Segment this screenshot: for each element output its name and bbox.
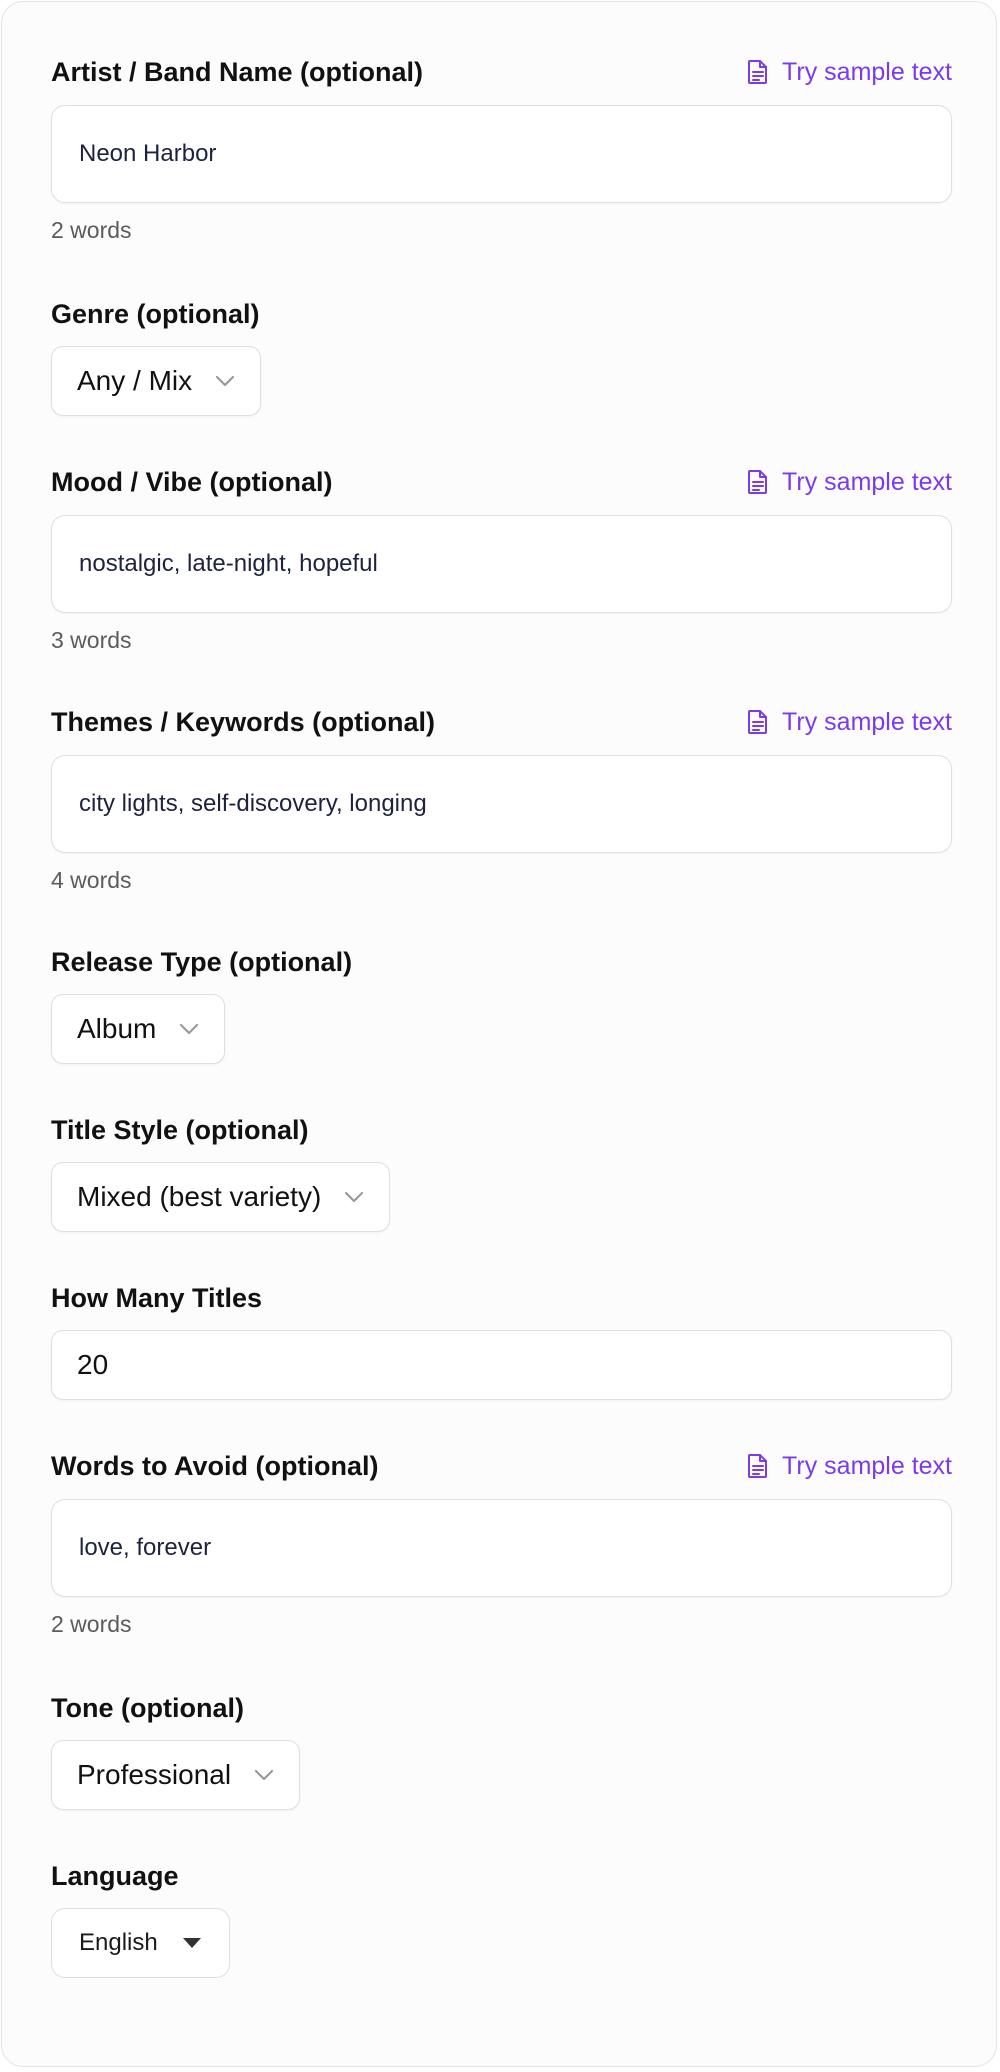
document-icon bbox=[748, 1454, 768, 1478]
mood-field: Mood / Vibe (optional) Try sample text n… bbox=[51, 462, 952, 654]
language-label: Language bbox=[51, 1860, 179, 1891]
document-icon bbox=[748, 710, 768, 734]
artist-field: Artist / Band Name (optional) Try sample… bbox=[51, 52, 952, 244]
title-style-selected: Mixed (best variety) bbox=[77, 1181, 322, 1212]
chevron-down-icon bbox=[216, 375, 235, 387]
avoid-label-row: Words to Avoid (optional) Try sample tex… bbox=[51, 1446, 952, 1486]
themes-sample-button[interactable]: Try sample text bbox=[746, 708, 952, 737]
document-icon bbox=[748, 60, 768, 84]
mood-label: Mood / Vibe (optional) bbox=[51, 466, 333, 497]
caret-down-icon bbox=[182, 1938, 201, 1948]
themes-label: Themes / Keywords (optional) bbox=[51, 706, 436, 737]
themes-word-count: 4 words bbox=[51, 867, 132, 893]
avoid-field: Words to Avoid (optional) Try sample tex… bbox=[51, 1446, 952, 1638]
avoid-input[interactable]: love, forever bbox=[51, 1499, 952, 1597]
artist-sample-label: Try sample text bbox=[782, 57, 952, 86]
tone-select[interactable]: Professional bbox=[51, 1740, 301, 1810]
release-type-field: Release Type (optional) Album bbox=[51, 942, 952, 1064]
mood-sample-button[interactable]: Try sample text bbox=[746, 468, 952, 497]
how-many-label-row: How Many Titles bbox=[51, 1278, 952, 1318]
title-style-field: Title Style (optional) Mixed (best varie… bbox=[51, 1110, 952, 1232]
genre-selected: Any / Mix bbox=[77, 365, 193, 396]
genre-label-row: Genre (optional) bbox=[51, 294, 952, 334]
chevron-down-icon bbox=[254, 1769, 274, 1781]
language-select[interactable]: English bbox=[51, 1908, 230, 1978]
chevron-down-icon bbox=[180, 1023, 199, 1035]
language-selected: English bbox=[79, 1929, 158, 1956]
tone-label-row: Tone (optional) bbox=[51, 1688, 952, 1728]
genre-field: Genre (optional) Any / Mix bbox=[51, 294, 952, 416]
title-style-label-row: Title Style (optional) bbox=[51, 1110, 952, 1150]
tone-selected: Professional bbox=[77, 1759, 232, 1790]
form-card: Artist / Band Name (optional) Try sample… bbox=[1, 1, 997, 2067]
language-label-row: Language bbox=[51, 1856, 952, 1896]
themes-label-row: Themes / Keywords (optional) Try sample … bbox=[51, 702, 952, 742]
release-type-selected: Album bbox=[77, 1013, 157, 1044]
artist-sample-button[interactable]: Try sample text bbox=[746, 58, 952, 87]
release-type-label: Release Type (optional) bbox=[51, 946, 353, 977]
language-field: Language English bbox=[51, 1856, 952, 1978]
release-type-select[interactable]: Album bbox=[51, 994, 226, 1064]
tone-field: Tone (optional) Professional bbox=[51, 1688, 952, 1810]
avoid-word-count: 2 words bbox=[51, 1611, 132, 1637]
themes-field: Themes / Keywords (optional) Try sample … bbox=[51, 702, 952, 894]
themes-sample-label: Try sample text bbox=[782, 707, 952, 736]
artist-word-count: 2 words bbox=[51, 217, 132, 243]
artist-label-row: Artist / Band Name (optional) Try sample… bbox=[51, 52, 952, 92]
mood-word-count: 3 words bbox=[51, 627, 132, 653]
how-many-input[interactable]: 20 bbox=[51, 1330, 952, 1400]
genre-label: Genre (optional) bbox=[51, 298, 260, 329]
release-type-label-row: Release Type (optional) bbox=[51, 942, 952, 982]
mood-label-row: Mood / Vibe (optional) Try sample text bbox=[51, 462, 952, 502]
avoid-label: Words to Avoid (optional) bbox=[51, 1450, 379, 1481]
themes-input[interactable]: city lights, self-discovery, longing bbox=[51, 755, 952, 853]
chevron-down-icon bbox=[345, 1191, 364, 1203]
artist-input[interactable]: Neon Harbor bbox=[51, 105, 952, 203]
title-style-select[interactable]: Mixed (best variety) bbox=[51, 1162, 391, 1232]
document-icon bbox=[748, 470, 768, 494]
how-many-label: How Many Titles bbox=[51, 1282, 263, 1313]
avoid-sample-button[interactable]: Try sample text bbox=[746, 1452, 952, 1481]
mood-input[interactable]: nostalgic, late-night, hopeful bbox=[51, 515, 952, 613]
how-many-field: How Many Titles 20 bbox=[51, 1278, 952, 1400]
tone-label: Tone (optional) bbox=[51, 1692, 244, 1723]
artist-label: Artist / Band Name (optional) bbox=[51, 56, 424, 87]
genre-select[interactable]: Any / Mix bbox=[51, 346, 262, 416]
mood-sample-label: Try sample text bbox=[782, 467, 952, 496]
avoid-sample-label: Try sample text bbox=[782, 1451, 952, 1480]
title-style-label: Title Style (optional) bbox=[51, 1114, 309, 1145]
